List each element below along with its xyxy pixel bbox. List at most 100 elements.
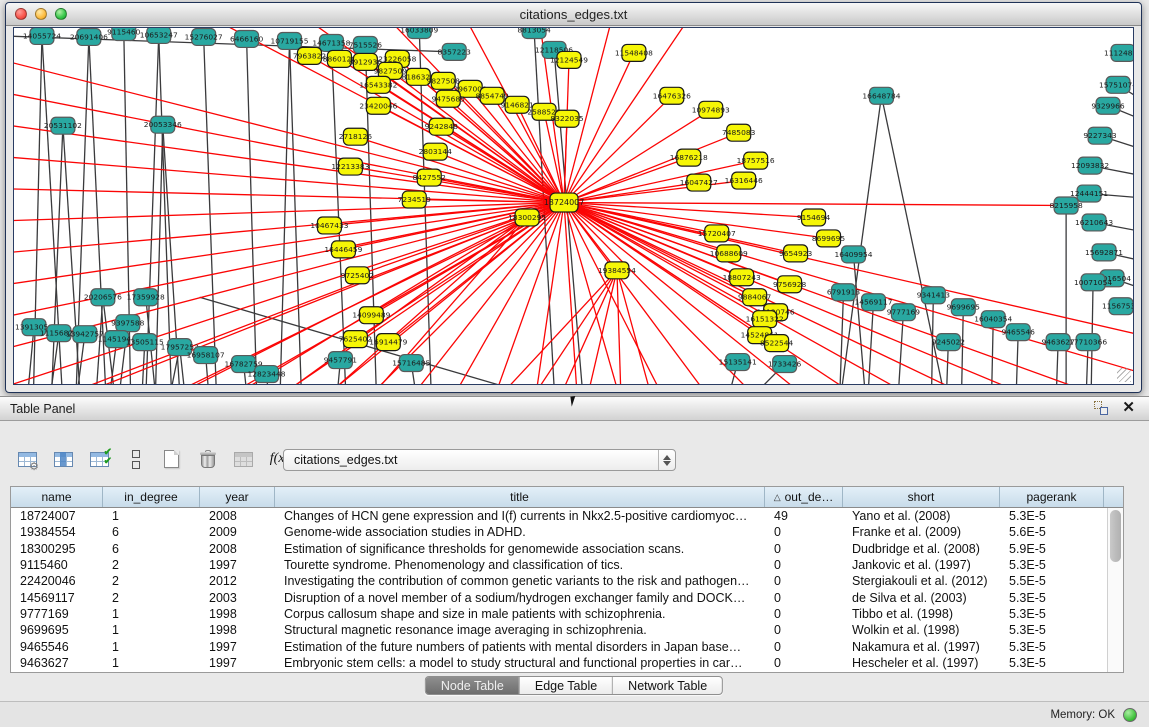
graph-node-9115460[interactable]: 9115460 [107, 28, 141, 40]
window-resize-grip[interactable] [1117, 368, 1131, 382]
tab-node-table[interactable]: Node Table [426, 677, 520, 694]
table-row[interactable]: 2242004622012Investigating the contribut… [11, 573, 1123, 589]
merge-table-icon[interactable] [230, 445, 257, 473]
graph-node-9227343[interactable]: 9227343 [1083, 127, 1117, 144]
citation-edge-red[interactable] [435, 152, 564, 203]
memory-status-indicator[interactable] [1123, 708, 1137, 722]
minimize-window-button[interactable] [35, 8, 47, 20]
tab-network-table[interactable]: Network Table [613, 677, 722, 694]
graph-node-8699695[interactable]: 8699695 [812, 230, 846, 247]
delete-table-icon[interactable] [194, 445, 221, 473]
graph-node-9465546[interactable]: 9465546 [1002, 324, 1036, 341]
graph-node-14055724[interactable]: 14055724 [23, 28, 61, 44]
citation-edge-black[interactable] [49, 126, 63, 384]
graph-node-1733426[interactable]: 1733426 [768, 356, 802, 373]
column-header-out_degree[interactable]: △out_de… [765, 487, 843, 507]
graph-node-16476326[interactable]: 16476326 [653, 87, 691, 104]
graph-node-11567534[interactable]: 11567534 [1102, 298, 1133, 315]
network-window-titlebar[interactable]: citations_edges.txt [6, 3, 1141, 26]
graph-node-10974893[interactable]: 10974893 [692, 101, 730, 118]
graph-node-7515526[interactable]: 7515526 [349, 36, 383, 53]
citation-edge-red[interactable] [493, 270, 617, 384]
dropdown-stepper-icon[interactable] [658, 450, 675, 470]
graph-node-10467433[interactable]: 10467433 [310, 217, 348, 234]
tab-edge-table[interactable]: Edge Table [520, 677, 613, 694]
graph-node-8215958[interactable]: 8215958 [1049, 197, 1083, 214]
table-row[interactable]: 1830029562008Estimation of significance … [11, 541, 1123, 557]
table-row[interactable]: 1938455462009Genome-wide association stu… [11, 524, 1123, 540]
graph-node-8427552[interactable]: 8427552 [413, 169, 446, 186]
graph-node-15692871[interactable]: 15692871 [1085, 244, 1123, 261]
graph-node-16316446[interactable]: 16316446 [725, 172, 763, 189]
graph-node-15135141[interactable]: 15135141 [719, 354, 757, 371]
graph-node-12093832[interactable]: 12093832 [1071, 157, 1109, 174]
graph-node-9245022[interactable]: 9245022 [932, 334, 965, 351]
graph-node-6466160[interactable]: 6466160 [230, 30, 264, 47]
graph-node-7234519[interactable]: 7234519 [398, 191, 432, 208]
graph-node-16648784[interactable]: 16648784 [862, 87, 900, 104]
graph-node-20206576[interactable]: 20206576 [84, 289, 122, 306]
citation-edge-red[interactable] [14, 203, 564, 293]
graph-node-9457791[interactable]: 9457791 [324, 352, 358, 369]
graph-node-8357223[interactable]: 8357223 [438, 43, 472, 60]
close-window-button[interactable] [15, 8, 27, 20]
column-header-pagerank[interactable]: pagerank [1000, 487, 1104, 507]
graph-node-9341413[interactable]: 9341413 [917, 287, 951, 304]
float-panel-icon[interactable] [1094, 401, 1108, 415]
citation-edge-red[interactable] [564, 60, 569, 203]
graph-node-9699695[interactable]: 9699695 [947, 299, 981, 316]
graph-node-15751074[interactable]: 15751074 [1099, 76, 1133, 93]
table-row[interactable]: 969969511998Structural magnetic resonanc… [11, 622, 1123, 638]
table-settings-icon[interactable]: ⚙ [14, 445, 41, 473]
graph-node-9475685[interactable]: 9475685 [432, 90, 466, 107]
graph-node-16446459[interactable]: 16446459 [324, 241, 362, 258]
citation-edge-black[interactable] [290, 41, 304, 384]
column-header-in_degree[interactable]: in_degree [103, 487, 200, 507]
graph-node-9654923[interactable]: 9654923 [779, 245, 813, 262]
citation-edge-black[interactable] [279, 41, 290, 384]
column-header-year[interactable]: year [200, 487, 275, 507]
graph-node-7625402[interactable]: 7625402 [339, 331, 372, 348]
graph-node-7963822[interactable]: 7963822 [293, 47, 326, 64]
citation-edge-black[interactable] [838, 292, 844, 384]
graph-node-7485083[interactable]: 7485083 [722, 124, 756, 141]
citation-edge-red[interactable] [564, 96, 672, 203]
new-table-icon[interactable] [158, 445, 185, 473]
graph-node-8522544[interactable]: 8522544 [760, 335, 794, 352]
graph-node-2803144[interactable]: 2803144 [419, 143, 453, 160]
graph-node-16210643[interactable]: 16210643 [1075, 214, 1113, 231]
graph-node-16876218[interactable]: 16876218 [670, 149, 708, 166]
column-visibility-icon[interactable] [50, 445, 77, 473]
citation-network-graph[interactable]: 1405572420691406911546010653247152760276… [14, 28, 1133, 384]
graph-node-11548408[interactable]: 11548408 [615, 44, 653, 61]
graph-node-9397588[interactable]: 9397588 [111, 315, 145, 332]
citation-edge-black[interactable] [853, 254, 870, 384]
citation-edge-black[interactable] [247, 39, 259, 384]
graph-node-8322035[interactable]: 8322035 [550, 110, 584, 127]
citation-edge-red[interactable] [617, 270, 668, 384]
column-header-title[interactable]: title [275, 487, 765, 507]
citation-edge-black[interactable] [204, 37, 219, 384]
table-row[interactable]: 1872400712008Changes of HCN gene express… [11, 508, 1123, 524]
graph-node-9725402[interactable]: 9725402 [341, 267, 374, 284]
graph-node-19384554[interactable]: 19384554 [598, 262, 636, 279]
zoom-window-button[interactable] [55, 8, 67, 20]
graph-node-20691406[interactable]: 20691406 [70, 28, 108, 45]
citation-edge-black[interactable] [864, 302, 873, 384]
table-row[interactable]: 946362711997Embryonic stem cells: a mode… [11, 655, 1123, 671]
citation-edge-red[interactable] [564, 158, 689, 203]
table-row[interactable]: 1456911722003Disruption of a novel membe… [11, 589, 1123, 605]
row-selection-icon[interactable]: ✔✔ [86, 445, 113, 473]
graph-node-16047427[interactable]: 16047427 [680, 174, 718, 191]
graph-node-2718126[interactable]: 2718126 [339, 128, 373, 145]
table-row[interactable]: 977716911998Corpus callosum shape and si… [11, 606, 1123, 622]
citation-edge-red[interactable] [564, 203, 1066, 206]
graph-node-16409954[interactable]: 16409954 [834, 246, 872, 263]
close-panel-icon[interactable]: ✕ [1122, 401, 1135, 415]
graph-node-15716485[interactable]: 15716485 [392, 355, 430, 372]
citation-edge-red[interactable] [564, 203, 796, 254]
table-scrollbar-thumb[interactable] [1110, 510, 1121, 562]
table-selector-dropdown[interactable]: citations_edges.txt [283, 449, 676, 471]
column-header-short[interactable]: short [843, 487, 1000, 507]
table-row[interactable]: 946554611997Estimation of the future num… [11, 638, 1123, 654]
